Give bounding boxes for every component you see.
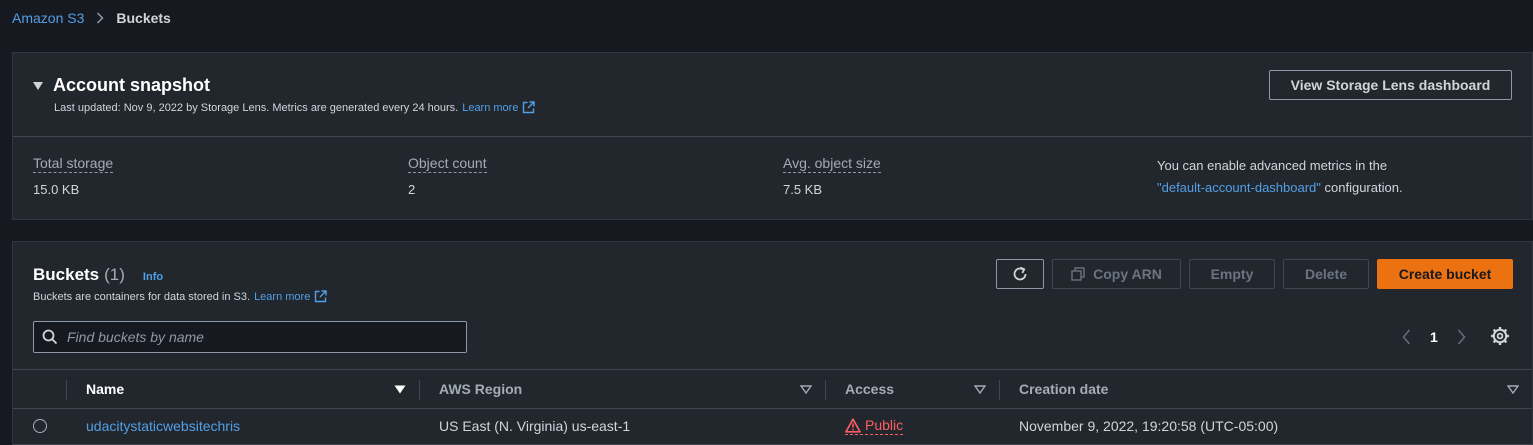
buckets-panel: Buckets (1) Info Buckets are containers … [12,241,1533,445]
metric-object-count: Object count 2 [408,155,487,197]
buckets-title: Buckets [33,265,100,284]
column-header-access[interactable]: Access [825,370,999,408]
bucket-name-link[interactable]: udacitystaticwebsitechris [86,418,240,434]
column-header-creation-date[interactable]: Creation date [999,370,1521,408]
bucket-region-cell: US East (N. Virginia) us-east-1 [439,418,631,434]
column-header-name[interactable]: Name [66,370,418,408]
bucket-name-cell: udacitystaticwebsitechris [86,409,240,443]
buckets-info-link[interactable]: Info [143,271,163,283]
breadcrumb-amazon-s3-link[interactable]: Amazon S3 [12,10,84,26]
refresh-icon [1011,265,1029,283]
view-storage-lens-dashboard-button[interactable]: View Storage Lens dashboard [1269,70,1512,100]
page-number[interactable]: 1 [1430,329,1438,345]
chevron-right-icon[interactable] [1452,329,1472,345]
breadcrumb: Amazon S3 Buckets [12,9,171,27]
caret-down-icon[interactable] [1507,385,1519,394]
column-divider [999,380,1000,400]
metric-label[interactable]: Object count [408,155,487,173]
snapshot-title: Account snapshot [53,75,211,95]
chevron-right-icon [96,12,104,24]
metric-total-storage: Total storage 15.0 KB [33,155,114,197]
breadcrumb-current: Buckets [116,10,171,26]
buckets-header: Buckets (1) Info [33,265,163,285]
empty-button[interactable]: Empty [1189,259,1275,289]
search-icon [42,329,58,345]
snapshot-subtitle: Last updated: Nov 9, 2022 by Storage Len… [54,101,536,114]
advanced-metrics-suffix: configuration. [1324,180,1403,195]
metric-label[interactable]: Total storage [33,155,114,173]
metric-value: 15.0 KB [33,182,80,197]
bucket-created-cell: November 9, 2022, 19:20:58 (UTC-05:00) [1019,418,1279,434]
caret-down-icon[interactable] [394,385,406,394]
gear-icon[interactable] [1490,326,1510,346]
copy-icon [1071,267,1085,281]
buckets-subtitle: Buckets are containers for data stored i… [33,290,328,303]
external-link-icon [314,290,328,303]
advanced-metrics-notice: You can enable advanced metrics in the "… [1157,155,1497,199]
bucket-access-cell: Public [845,409,904,443]
column-created-label: Creation date [1019,381,1109,397]
access-status[interactable]: Public [845,417,904,435]
external-link-icon [522,101,536,114]
column-divider [825,380,826,400]
buckets-learn-more-link[interactable]: Learn more [254,290,328,303]
buckets-table-header: Name AWS Region Access Creation date [13,369,1532,409]
snapshot-learn-more-link[interactable]: Learn more [462,101,536,114]
buckets-subtitle-text: Buckets are containers for data stored i… [33,290,251,303]
snapshot-learn-more-label: Learn more [462,101,519,114]
column-divider [419,380,420,400]
refresh-button[interactable] [996,259,1044,289]
metric-label[interactable]: Avg. object size [783,155,881,173]
metric-value: 7.5 KB [783,182,823,197]
column-name-label: Name [86,381,125,397]
metric-avg-object-size: Avg. object size 7.5 KB [783,155,881,197]
snapshot-header: Account snapshot Last updated: Nov 9, 20… [13,53,1532,137]
access-label: Public [865,417,904,433]
caret-down-icon[interactable] [974,385,986,394]
buckets-learn-more-label: Learn more [254,290,311,303]
column-divider [66,380,67,400]
chevron-left-icon[interactable] [1396,329,1416,345]
warning-icon [845,417,861,433]
account-snapshot-panel: Account snapshot Last updated: Nov 9, 20… [12,52,1533,220]
table-row[interactable]: udacitystaticwebsitechris US East (N. Vi… [13,409,1532,445]
bucket-search-field[interactable] [33,321,467,353]
column-header-region[interactable]: AWS Region [419,370,825,408]
metric-value: 2 [408,182,416,197]
advanced-metrics-prefix: You can enable advanced metrics in the [1157,158,1388,173]
create-bucket-button[interactable]: Create bucket [1377,259,1513,289]
snapshot-subtitle-text: Last updated: Nov 9, 2022 by Storage Len… [54,101,459,114]
buckets-count: (1) [104,265,125,284]
copy-arn-button[interactable]: Copy ARN [1052,259,1181,289]
default-account-dashboard-link[interactable]: "default-account-dashboard" [1157,180,1321,195]
column-region-label: AWS Region [439,381,523,397]
pagination: 1 [1396,326,1472,348]
row-select-cell [33,409,47,443]
snapshot-toggle[interactable]: Account snapshot [33,75,210,96]
row-select-radio[interactable] [33,419,47,433]
caret-down-icon[interactable] [800,385,812,394]
delete-button[interactable]: Delete [1283,259,1369,289]
caret-down-icon [33,81,43,90]
search-input[interactable] [67,329,447,345]
column-access-label: Access [845,381,895,397]
copy-arn-label: Copy ARN [1093,266,1162,282]
